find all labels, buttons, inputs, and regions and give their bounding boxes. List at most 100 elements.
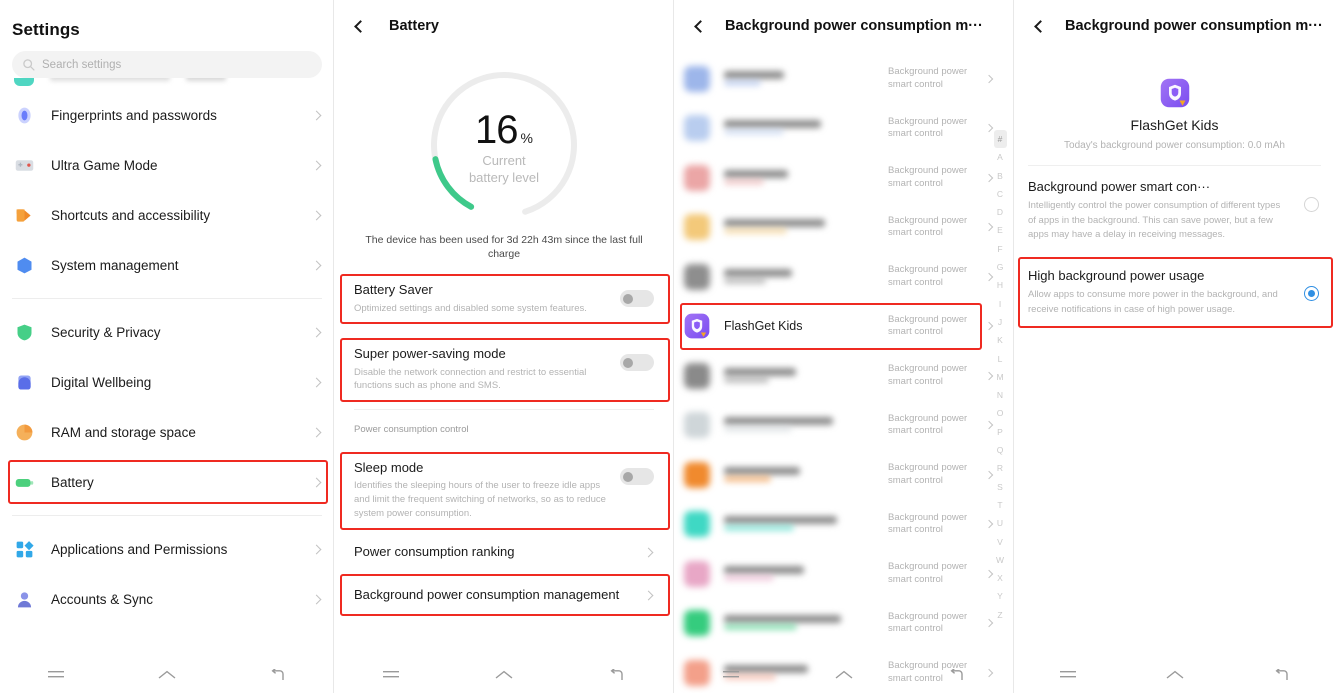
alphabet-index-x[interactable]: X xyxy=(994,569,1007,587)
alphabet-index-k[interactable]: K xyxy=(994,331,1007,349)
back-chevron-icon[interactable] xyxy=(1034,19,1047,33)
alphabet-index-q[interactable]: Q xyxy=(994,441,1007,459)
alphabet-index-m[interactable]: M xyxy=(994,368,1007,386)
alphabet-index-u[interactable]: U xyxy=(994,514,1007,532)
alphabet-index[interactable]: # A B C D E F G H I J K L M N O P Q R S T U V W X Y Z xyxy=(990,130,1010,624)
alphabet-index-h[interactable]: H xyxy=(994,276,1007,294)
super-power-saving-mode-card[interactable]: Super power-saving mode Disable the netwo… xyxy=(334,337,674,403)
recents-button[interactable] xyxy=(43,665,69,685)
app-consumption-text: Today's background power consumption: 0.… xyxy=(1064,140,1285,151)
sidebar-item-shortcuts-and-accessibility[interactable]: Shortcuts and accessibility xyxy=(0,190,334,240)
app-list-item[interactable]: Background power smart control xyxy=(674,401,1014,451)
sidebar-item-battery[interactable]: Battery xyxy=(0,457,334,507)
alphabet-index-f[interactable]: F xyxy=(994,240,1007,258)
background-power-smart-con-option[interactable]: Background power smart con··· Intelligent… xyxy=(1014,166,1335,255)
battery-nav-rows: Power consumption ranking Background powe… xyxy=(334,531,674,617)
back-button[interactable] xyxy=(265,665,291,685)
recents-button[interactable] xyxy=(1055,665,1081,685)
chevron-right-icon xyxy=(311,594,322,604)
radio-button[interactable] xyxy=(1304,197,1319,212)
app-list-item[interactable]: Background power smart control xyxy=(674,203,1014,253)
app-list-item[interactable]: Background power smart control xyxy=(674,54,1014,104)
alphabet-index-g[interactable]: G xyxy=(994,258,1007,276)
app-power-mode-status: Background power smart control xyxy=(888,462,968,486)
chevron-right-icon xyxy=(311,477,322,487)
alphabet-index-y[interactable]: Y xyxy=(994,587,1007,605)
nav-row-label: Power consumption ranking xyxy=(354,543,515,559)
app-list-item[interactable]: Background power smart control xyxy=(674,599,1014,649)
sidebar-item-system-management[interactable]: System management xyxy=(0,240,334,290)
power-consumption-ranking-row[interactable]: Power consumption ranking xyxy=(334,531,674,574)
alphabet-index-p[interactable]: P xyxy=(994,423,1007,441)
app-list-item[interactable]: FlashGet Kids Background power smart cont… xyxy=(674,302,1014,352)
partial-settings-row[interactable] xyxy=(0,78,334,90)
search-placeholder: Search settings xyxy=(42,58,122,71)
battery-icon xyxy=(15,478,34,487)
back-button[interactable] xyxy=(1269,665,1295,685)
alphabet-index-hash[interactable]: # xyxy=(993,130,1007,149)
sidebar-item-digital-wellbeing[interactable]: Digital Wellbeing xyxy=(0,357,334,407)
app-list-item[interactable]: Background power smart control xyxy=(674,153,1014,203)
sidebar-item-label: System management xyxy=(51,257,179,273)
sidebar-item-applications-and-permissions[interactable]: Applications and Permissions xyxy=(0,524,334,574)
alphabet-index-t[interactable]: T xyxy=(994,496,1007,514)
alphabet-index-b[interactable]: B xyxy=(994,167,1007,185)
alphabet-index-c[interactable]: C xyxy=(994,185,1007,203)
alphabet-index-z[interactable]: Z xyxy=(994,606,1007,624)
alphabet-index-l[interactable]: L xyxy=(994,350,1007,368)
recents-button[interactable] xyxy=(718,665,744,685)
alphabet-index-o[interactable]: O xyxy=(994,404,1007,422)
app-list-item[interactable]: Background power smart control xyxy=(674,252,1014,302)
toggle-switch[interactable] xyxy=(620,354,654,372)
app-list-item[interactable]: Background power smart control xyxy=(674,104,1014,154)
alphabet-index-s[interactable]: S xyxy=(994,478,1007,496)
toggle-switch[interactable] xyxy=(620,290,654,308)
search-input[interactable]: Search settings xyxy=(12,51,322,78)
radio-button[interactable] xyxy=(1304,286,1319,301)
recents-button[interactable] xyxy=(378,665,404,685)
alphabet-index-r[interactable]: R xyxy=(994,459,1007,477)
battery-saver-card[interactable]: Battery Saver Optimized settings and disa… xyxy=(334,273,674,325)
sidebar-item-ram-and-storage-space[interactable]: RAM and storage space xyxy=(0,407,334,457)
app-list-item[interactable]: Background power smart control xyxy=(674,500,1014,550)
home-button[interactable] xyxy=(1162,665,1188,685)
alphabet-index-d[interactable]: D xyxy=(994,203,1007,221)
high-background-power-usage-option[interactable]: High background power usage Allow apps to… xyxy=(1014,255,1335,330)
app-list-item[interactable]: Background power smart control xyxy=(674,549,1014,599)
alphabet-index-e[interactable]: E xyxy=(994,221,1007,239)
recents-icon xyxy=(1059,671,1076,678)
card-row: Super power-saving mode Disable the netwo… xyxy=(354,337,654,403)
back-chevron-icon[interactable] xyxy=(354,19,367,33)
app-icon xyxy=(684,164,710,191)
flashget-kids-app-icon xyxy=(1160,78,1190,108)
recents-icon xyxy=(47,671,64,678)
alphabet-index-i[interactable]: I xyxy=(994,295,1007,313)
app-icon xyxy=(684,461,710,488)
home-button[interactable] xyxy=(491,665,517,685)
back-chevron-icon[interactable] xyxy=(694,19,707,33)
background-power-consumption-management-row[interactable]: Background power consumption management xyxy=(334,574,674,617)
sidebar-item-ultra-game-mode[interactable]: Ultra Game Mode xyxy=(0,140,334,190)
app-icon xyxy=(684,610,710,637)
alphabet-index-v[interactable]: V xyxy=(994,533,1007,551)
sidebar-item-accounts-sync[interactable]: Accounts & Sync xyxy=(0,574,334,624)
alphabet-index-j[interactable]: J xyxy=(994,313,1007,331)
app-power-mode-status: Background power smart control xyxy=(888,66,968,90)
alphabet-index-a[interactable]: A xyxy=(994,148,1007,166)
sidebar-item-fingerprints-and-passwords[interactable]: Fingerprints and passwords xyxy=(0,90,334,140)
app-list-item[interactable]: Background power smart control xyxy=(674,450,1014,500)
app-name: FlashGet Kids xyxy=(1130,117,1219,133)
home-button[interactable] xyxy=(831,665,857,685)
home-button[interactable] xyxy=(154,665,180,685)
toggle-switch[interactable] xyxy=(620,468,654,486)
power-mode-options: Background power smart con··· Intelligent… xyxy=(1014,166,1335,330)
app-name-redacted xyxy=(724,512,888,536)
back-button[interactable] xyxy=(944,665,970,685)
alphabet-index-w[interactable]: W xyxy=(994,551,1007,569)
sidebar-item-security-privacy[interactable]: Security & Privacy xyxy=(0,307,334,357)
app-list-item[interactable]: Background power smart control xyxy=(674,351,1014,401)
toggle-knob xyxy=(623,293,633,304)
sleep-mode-card[interactable]: Sleep mode Identifies the sleeping hours … xyxy=(334,451,674,531)
alphabet-index-n[interactable]: N xyxy=(994,386,1007,404)
back-button[interactable] xyxy=(604,665,630,685)
